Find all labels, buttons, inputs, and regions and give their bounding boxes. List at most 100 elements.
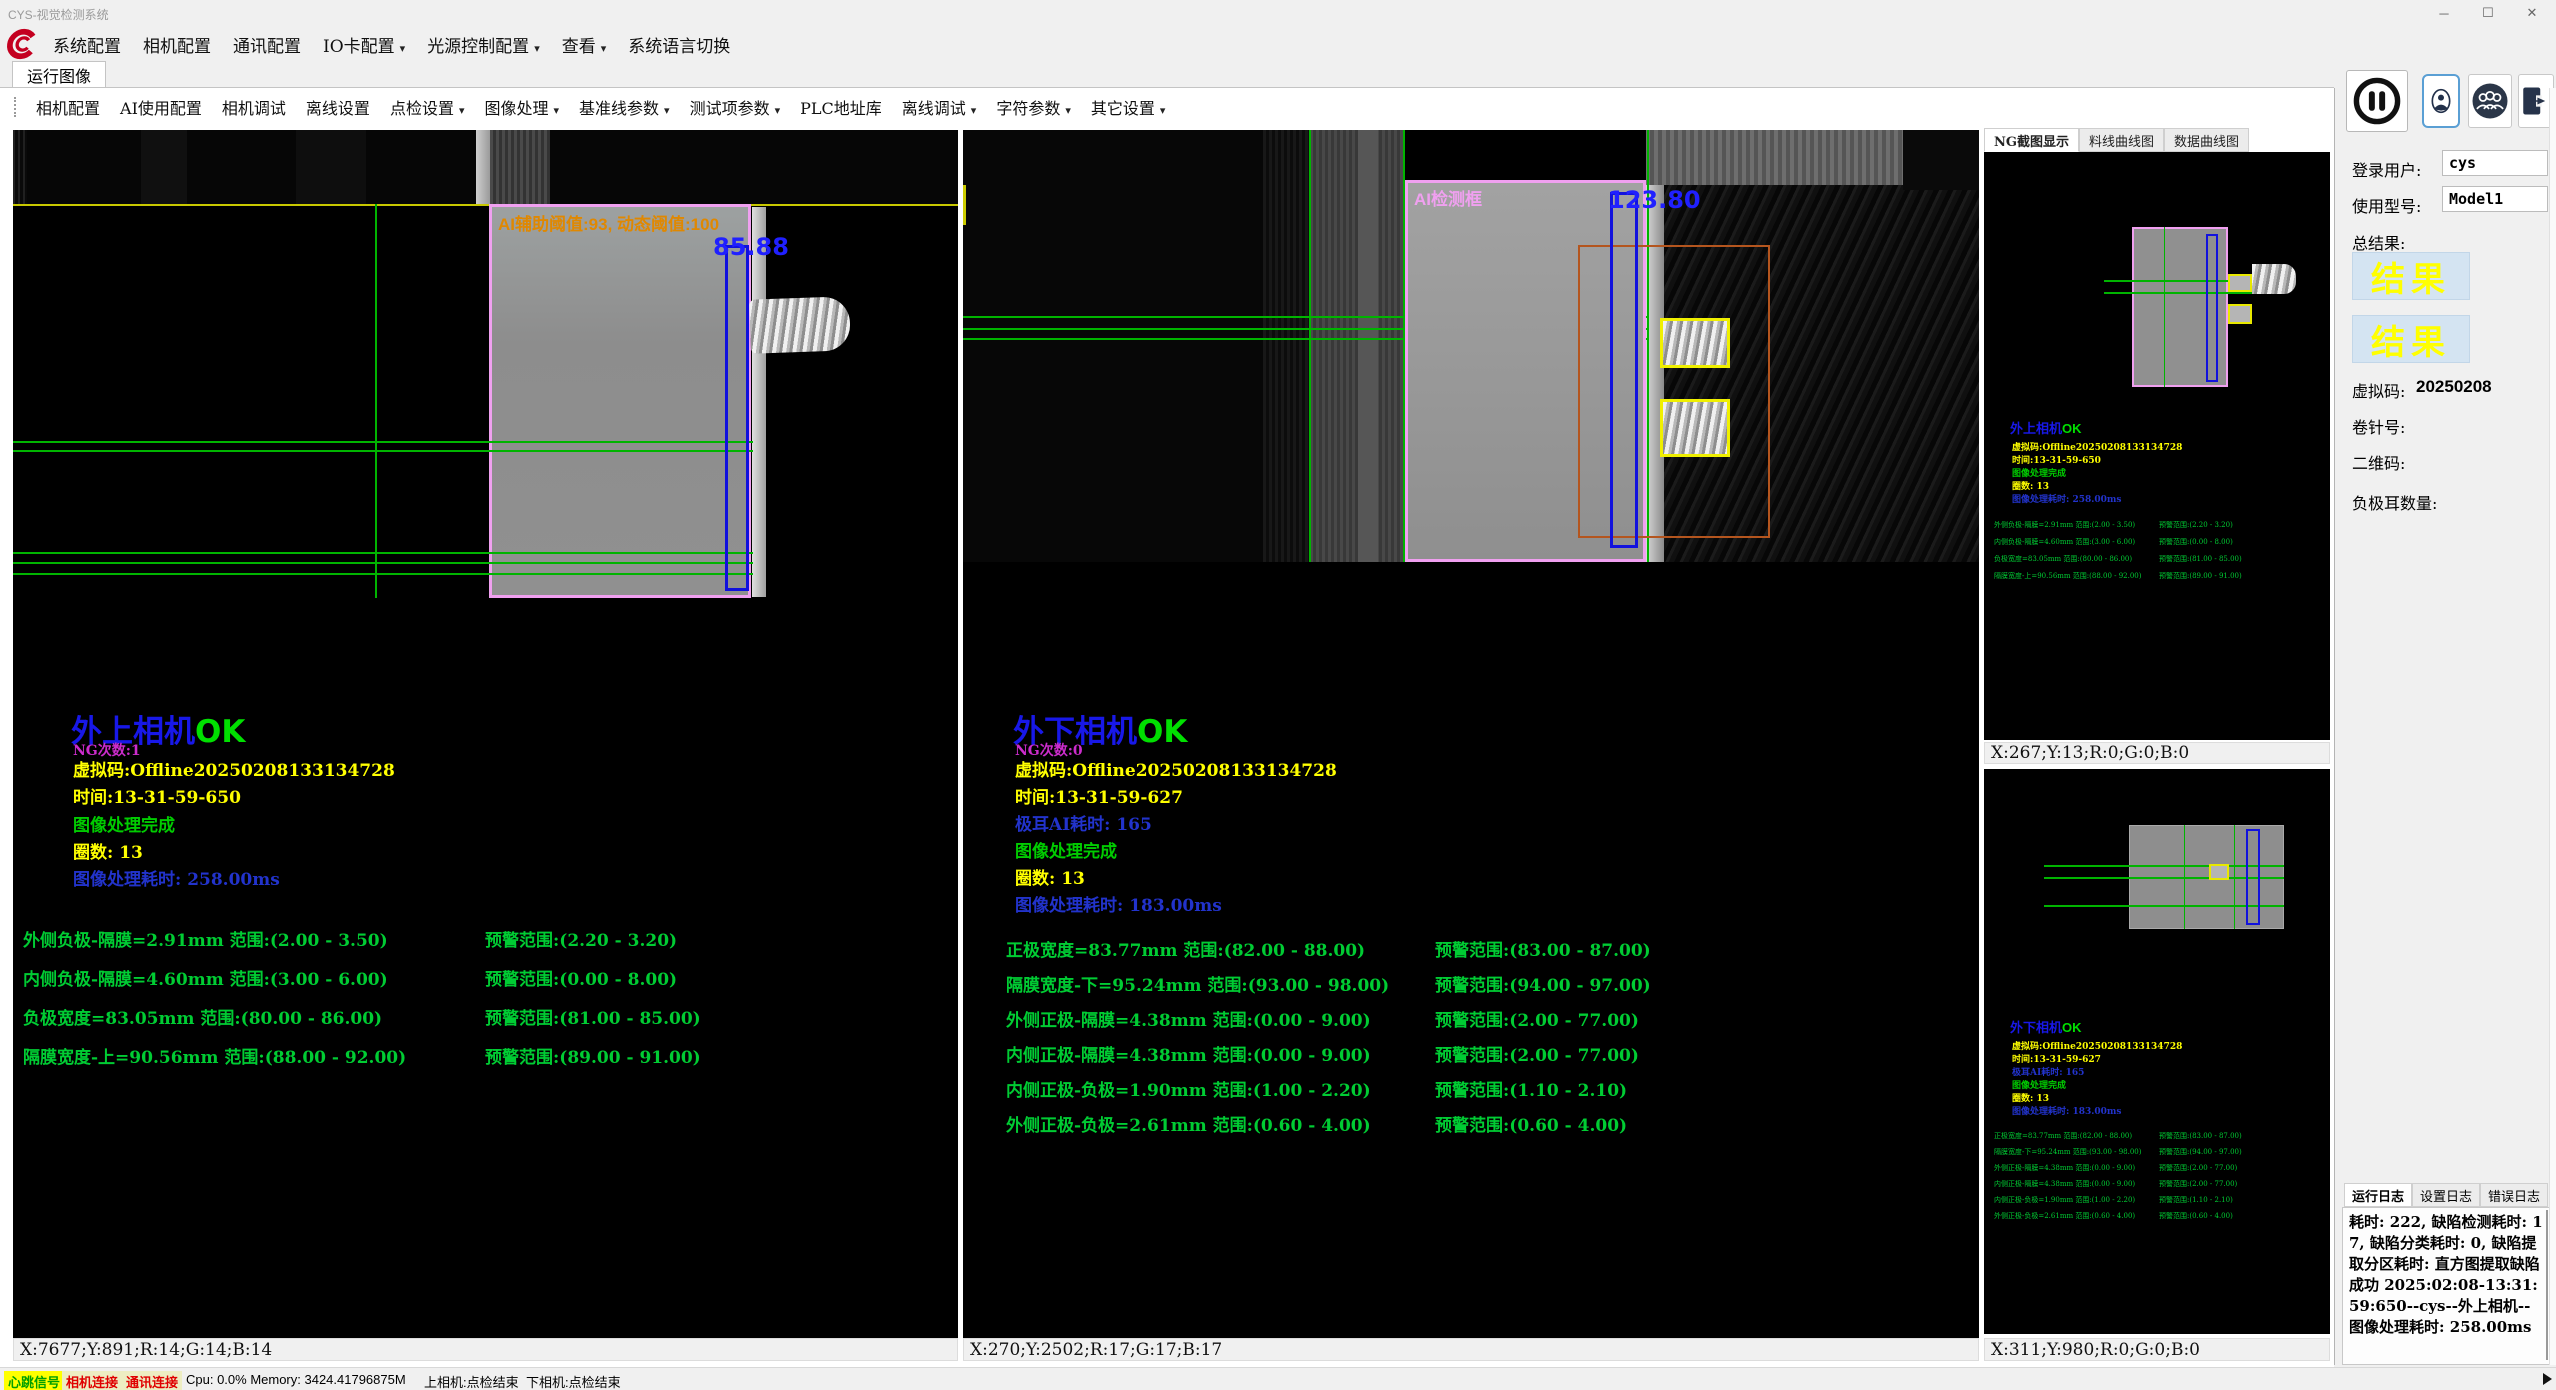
mini-info-row: 圈数: 13 (2012, 1091, 2049, 1104)
menu-item-comm-config[interactable]: 通讯配置 (222, 32, 312, 57)
user-icon (2425, 78, 2457, 124)
measurement-warn: 预警范围:(2.00 - 77.00) (1435, 1006, 1639, 1031)
toolbar-image-process[interactable]: 图像处理 (474, 95, 569, 119)
model-input[interactable] (2442, 186, 2548, 212)
mini-measure: 预警范围:(94.00 - 97.00) (2159, 1147, 2242, 1157)
menu-item-io-card-config[interactable]: IO卡配置 (312, 32, 416, 57)
mini-measure: 预警范围:(0.00 - 8.00) (2159, 537, 2233, 547)
login-user-input[interactable] (2442, 150, 2548, 176)
ng-preview-top[interactable]: 外上相机OK 虚拟码:Offline20250208133134728 时间:1… (1984, 152, 2330, 740)
user-group-icon (2469, 80, 2511, 122)
menu-item-language-switch[interactable]: 系统语言切换 (617, 32, 741, 57)
toolbar-char-params[interactable]: 字符参数 (986, 95, 1081, 119)
toolbar-other-settings[interactable]: 其它设置 (1081, 95, 1176, 119)
pause-button[interactable] (2346, 70, 2408, 132)
mini-ok-status: OK (2062, 421, 2082, 436)
app-window: CYS-视觉检测系统 ─ ☐ ✕ 系统配置 相机配置 通讯配置 IO卡配置 光源… (0, 0, 2556, 1390)
bottom-camera-check-status: 下相机:点检结束 (522, 1371, 625, 1390)
menu-item-light-control-config[interactable]: 光源控制配置 (416, 32, 551, 57)
preview-tab-bar: NG截图显示 料线曲线图 数据曲线图 (1984, 128, 2330, 152)
toolbar-ai-use-config[interactable]: AI使用配置 (110, 95, 212, 119)
time-text: 时间:13-31-59-627 (1015, 783, 1183, 808)
electrode-tab-image (749, 296, 851, 353)
measurement-text: 内侧负极-隔膜=4.60mm 范围:(3.00 - 6.00) (23, 965, 388, 990)
pause-icon (2351, 75, 2403, 127)
top-preview-status-bar: X:267;Y:13;R:0;G:0;B:0 (1984, 742, 2330, 764)
loop-count-text: 圈数: 13 (1015, 864, 1085, 889)
machinery-dark-corner (1903, 130, 1979, 190)
tab-run-image[interactable]: 运行图像 (12, 61, 106, 88)
toolbar-offline-debug[interactable]: 离线调试 (892, 95, 987, 119)
toolbar-camera-debug[interactable]: 相机调试 (212, 95, 296, 119)
toolbar-offline-setting[interactable]: 离线设置 (296, 95, 380, 119)
measurement-row: 负极宽度=83.05mm 范围:(80.00 - 86.00) 预警范围:(81… (13, 1004, 958, 1024)
measurement-text: 外侧负极-隔膜=2.91mm 范围:(2.00 - 3.50) (23, 926, 388, 951)
measurement-warn: 预警范围:(0.60 - 4.00) (1435, 1111, 1627, 1136)
mini-measure: 隔膜宽度-上=90.56mm 范围:(88.00 - 92.00) (1994, 571, 2142, 581)
green-horizontal-guides (13, 552, 753, 576)
user-group-button[interactable] (2468, 74, 2512, 128)
measurement-row: 内侧正极-负极=1.90mm 范围:(1.00 - 2.20) 预警范围:(1.… (963, 1076, 1979, 1096)
mini-measure: 正极宽度=83.77mm 范围:(82.00 - 88.00) (1994, 1131, 2132, 1141)
measurement-row: 外侧正极-隔膜=4.38mm 范围:(0.00 - 9.00) 预警范围:(2.… (963, 1006, 1979, 1026)
mini-info-row: 虚拟码:Offline20250208133134728 (2012, 1039, 2182, 1052)
secondary-toolbar: 相机配置 AI使用配置 相机调试 离线设置 点检设置 图像处理 基准线参数 测试… (14, 93, 1175, 121)
menu-item-view[interactable]: 查看 (551, 32, 618, 57)
mini-camera-title: 外上相机OK (2010, 418, 2082, 438)
toolbar-test-item-params[interactable]: 测试项参数 (680, 95, 791, 119)
camera-view-outer-bottom[interactable]: AI检测框 123.80 外下相机OK NG次数:0 虚拟码:Offline20… (963, 130, 1979, 1338)
tab-material-curve[interactable]: 料线曲线图 (2079, 128, 2164, 152)
texture-bright-strip (476, 130, 490, 204)
measurement-text: 负极宽度=83.05mm 范围:(80.00 - 86.00) (23, 1004, 382, 1029)
run-log-text: 耗时: 222, 缺陷检测耗时: 17, 缺陷分类耗时: 0, 缺陷提取分区耗时… (2342, 1207, 2550, 1365)
mini-tab-box (2228, 304, 2252, 324)
user-button[interactable] (2422, 74, 2460, 128)
baseline-yellow-line (13, 204, 958, 206)
mini-info-row: 时间:13-31-59-627 (2012, 1052, 2101, 1065)
mini-tab-box (2209, 864, 2229, 880)
tab-detect-box (1660, 399, 1730, 457)
measure-roi-rect (1610, 192, 1638, 548)
toolbar-plc-address[interactable]: PLC地址库 (790, 95, 892, 119)
mini-measure: 预警范围:(2.20 - 3.20) (2159, 520, 2233, 530)
process-time-text: 图像处理耗时: 258.00ms (73, 865, 280, 890)
menu-item-camera-config[interactable]: 相机配置 (132, 32, 222, 57)
tab-run-log[interactable]: 运行日志 (2344, 1183, 2412, 1207)
texture-stripe (141, 130, 187, 204)
mini-measure: 预警范围:(2.00 - 77.00) (2159, 1163, 2237, 1173)
mini-measure: 外侧正极-负极=2.61mm 范围:(0.60 - 4.00) (1994, 1211, 2135, 1221)
mini-info-row: 时间:13-31-59-650 (2012, 453, 2101, 466)
total-result-label: 总结果: (2352, 230, 2405, 254)
comm-connection-badge: 通讯连接 (122, 1371, 182, 1390)
toolbar-drag-handle-icon[interactable] (14, 97, 18, 117)
camera-view-outer-top[interactable]: AI辅助阈值:93, 动态阈值:100 85.88 外上相机OK NG次数:1 … (13, 130, 958, 1338)
measurement-warn: 预警范围:(89.00 - 91.00) (485, 1043, 701, 1068)
maximize-icon[interactable]: ☐ (2466, 0, 2510, 26)
close-icon[interactable]: ✕ (2510, 0, 2554, 26)
toolbar-camera-config[interactable]: 相机配置 (26, 95, 110, 119)
mini-green-vertical (2164, 227, 2165, 387)
scroll-arrow-icon[interactable] (2543, 1373, 2552, 1385)
mini-measure: 预警范围:(83.00 - 87.00) (2159, 1131, 2242, 1141)
toolbar-baseline-params[interactable]: 基准线参数 (569, 95, 680, 119)
sidebar-scrollbar-track[interactable] (2549, 88, 2556, 1365)
tab-error-log[interactable]: 错误日志 (2480, 1183, 2548, 1207)
texture-stripe (296, 130, 366, 204)
log-scrollbar[interactable] (2546, 1210, 2548, 1360)
minimize-icon[interactable]: ─ (2422, 0, 2466, 26)
tab-data-curve[interactable]: 数据曲线图 (2164, 128, 2249, 152)
ng-preview-bottom[interactable]: 外下相机OK 虚拟码:Offline20250208133134728 时间:1… (1984, 769, 2330, 1334)
menu-item-system-config[interactable]: 系统配置 (42, 32, 132, 57)
green-vertical-guide (375, 204, 377, 598)
tab-ng-screenshot[interactable]: NG截图显示 (1984, 128, 2079, 152)
mini-electrode-tab (2252, 264, 2296, 294)
orange-roi-rect (1578, 245, 1770, 538)
tab-settings-log[interactable]: 设置日志 (2412, 1183, 2480, 1207)
toolbar-spot-check[interactable]: 点检设置 (380, 95, 475, 119)
mini-measure: 内侧负极-隔膜=4.60mm 范围:(3.00 - 6.00) (1994, 537, 2135, 547)
measure-value-overlay: 85.88 (713, 233, 789, 261)
title-bar: CYS-视觉检测系统 ─ ☐ ✕ (0, 0, 2556, 26)
camera-connection-badge: 相机连接 (62, 1371, 122, 1390)
mini-info-row: 虚拟码:Offline20250208133134728 (2012, 440, 2182, 453)
measurement-warn: 预警范围:(94.00 - 97.00) (1435, 971, 1651, 996)
